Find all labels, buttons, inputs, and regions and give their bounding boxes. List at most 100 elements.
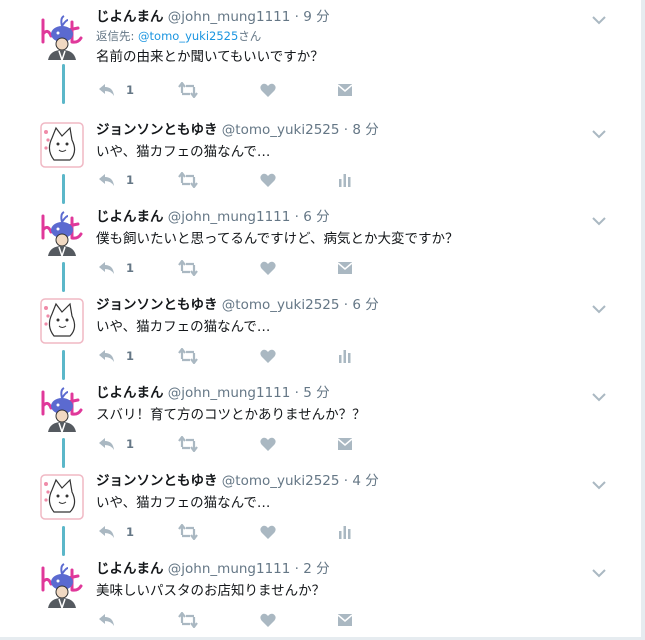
chevron-down-icon[interactable] [592, 211, 606, 226]
reply-count: 1 [126, 261, 135, 275]
display-name[interactable]: じよんまん [96, 9, 164, 25]
separator-dot: · [343, 473, 349, 489]
reply-button[interactable]: 1 [98, 170, 134, 190]
cartoon-cat-avatar-icon[interactable] [40, 120, 84, 168]
retweet-button[interactable] [178, 170, 198, 190]
display-name[interactable]: じよんまん [96, 209, 164, 225]
like-button[interactable] [260, 346, 276, 366]
tweet-actions: 1 [96, 80, 366, 100]
display-name[interactable]: じよんまん [96, 385, 164, 401]
whale-person-avatar-icon[interactable] [40, 12, 84, 63]
reply-button[interactable]: 1 [98, 80, 134, 100]
direct-message-button[interactable] [337, 80, 353, 100]
tweet-content: ジョンソンともゆき @tomo_yuki2525 · 8 分 いや、猫カフェの猫… [96, 121, 606, 162]
heart-icon [260, 349, 276, 363]
retweet-icon [178, 348, 198, 364]
scrollbar-track[interactable] [641, 0, 645, 640]
retweet-icon [178, 612, 198, 628]
retweet-button[interactable] [178, 522, 198, 542]
analytics-button[interactable] [338, 170, 352, 190]
retweet-icon [178, 524, 198, 540]
heart-icon [260, 437, 276, 451]
user-handle[interactable]: @tomo_yuki2525 [222, 122, 340, 138]
reply-icon [99, 262, 114, 274]
display-name[interactable]: ジョンソンともゆき [96, 297, 218, 313]
tweet-header: じよんまん @john_mung1111 · 9 分 [96, 8, 606, 26]
cartoon-cat-avatar-icon[interactable] [40, 472, 84, 520]
direct-message-button[interactable] [337, 610, 353, 630]
retweet-button[interactable] [178, 346, 198, 366]
user-handle[interactable]: @john_mung1111 [168, 385, 291, 401]
reply-context-suffix: さん [238, 29, 262, 43]
reply-count: 1 [126, 83, 135, 97]
timestamp[interactable]: 9 分 [303, 9, 329, 25]
tweet[interactable]: ジョンソンともゆき @tomo_yuki2525 · 6 分 いや、猫カフェの猫… [0, 284, 640, 380]
chevron-down-icon[interactable] [592, 299, 606, 314]
reply-button[interactable]: 1 [98, 434, 134, 454]
tweet[interactable]: ジョンソンともゆき @tomo_yuki2525 · 4 分 いや、猫カフェの猫… [0, 460, 640, 556]
tweet-content: ジョンソンともゆき @tomo_yuki2525 · 6 分 いや、猫カフェの猫… [96, 296, 606, 337]
whale-person-avatar-icon[interactable] [40, 208, 84, 259]
retweet-button[interactable] [178, 258, 198, 278]
like-button[interactable] [260, 80, 276, 100]
reply-button[interactable]: 1 [98, 522, 134, 542]
reply-icon [99, 84, 114, 96]
retweet-button[interactable] [178, 610, 198, 630]
user-handle[interactable]: @tomo_yuki2525 [222, 297, 340, 313]
tweet-header: じよんまん @john_mung1111 · 5 分 [96, 384, 606, 402]
timestamp[interactable]: 6 分 [352, 297, 378, 313]
reply-button[interactable]: 1 [98, 346, 134, 366]
analytics-button[interactable] [338, 522, 352, 542]
retweet-button[interactable] [178, 434, 198, 454]
like-button[interactable] [260, 170, 276, 190]
timestamp[interactable]: 2 分 [303, 561, 329, 577]
timestamp[interactable]: 6 分 [303, 209, 329, 225]
display-name[interactable]: ジョンソンともゆき [96, 473, 218, 489]
whale-person-avatar-icon[interactable] [40, 560, 84, 611]
reply-context-prefix: 返信先: [96, 29, 139, 43]
tweet[interactable]: じよんまん @john_mung1111 · 9 分 返信先: @tomo_yu… [0, 0, 640, 104]
tweet-actions: 1 [96, 346, 366, 366]
separator-dot: · [294, 9, 299, 25]
timestamp[interactable]: 4 分 [352, 473, 378, 489]
separator-dot: · [294, 385, 299, 401]
reply-context: 返信先: @tomo_yuki2525さん [96, 29, 606, 44]
analytics-button[interactable] [338, 346, 352, 366]
timestamp[interactable]: 8 分 [352, 122, 378, 138]
reply-icon [99, 438, 114, 450]
like-button[interactable] [260, 258, 276, 278]
cartoon-cat-avatar-icon[interactable] [40, 296, 84, 344]
direct-message-button[interactable] [337, 434, 353, 454]
display-name[interactable]: ジョンソンともゆき [96, 122, 218, 138]
thread-connector-line [62, 64, 65, 104]
tweet[interactable]: じよんまん @john_mung1111 · 2 分 美味しいパスタのお店知りま… [0, 548, 640, 636]
tweet-text: いや、猫カフェの猫なんで… [96, 319, 271, 335]
tweet-content: じよんまん @john_mung1111 · 2 分 美味しいパスタのお店知りま… [96, 560, 606, 601]
like-button[interactable] [260, 434, 276, 454]
direct-message-button[interactable] [337, 258, 353, 278]
tweet[interactable]: じよんまん @john_mung1111 · 6 分 僕も飼いたいと思ってるんで… [0, 196, 640, 292]
reply-button[interactable] [98, 610, 126, 630]
user-handle[interactable]: @john_mung1111 [168, 561, 291, 577]
chevron-down-icon[interactable] [592, 387, 606, 402]
tweet[interactable]: じよんまん @john_mung1111 · 5 分 スバリ！育て方のコツとかあ… [0, 372, 640, 468]
whale-person-avatar-icon[interactable] [40, 384, 84, 435]
chevron-down-icon[interactable] [592, 124, 606, 139]
reply-count: 1 [126, 173, 135, 187]
user-handle[interactable]: @tomo_yuki2525 [222, 473, 340, 489]
chevron-down-icon[interactable] [592, 10, 606, 25]
reply-button[interactable]: 1 [98, 258, 134, 278]
like-button[interactable] [260, 522, 276, 542]
reply-mention-link[interactable]: @tomo_yuki2525 [138, 29, 238, 43]
chevron-down-icon[interactable] [592, 475, 606, 490]
retweet-button[interactable] [178, 80, 198, 100]
retweet-icon [178, 436, 198, 452]
analytics-icon [339, 350, 351, 363]
tweet[interactable]: ジョンソンともゆき @tomo_yuki2525 · 8 分 いや、猫カフェの猫… [0, 108, 640, 204]
like-button[interactable] [260, 610, 276, 630]
chevron-down-icon[interactable] [592, 563, 606, 578]
display-name[interactable]: じよんまん [96, 561, 164, 577]
user-handle[interactable]: @john_mung1111 [168, 209, 291, 225]
user-handle[interactable]: @john_mung1111 [168, 9, 291, 25]
timestamp[interactable]: 5 分 [303, 385, 329, 401]
